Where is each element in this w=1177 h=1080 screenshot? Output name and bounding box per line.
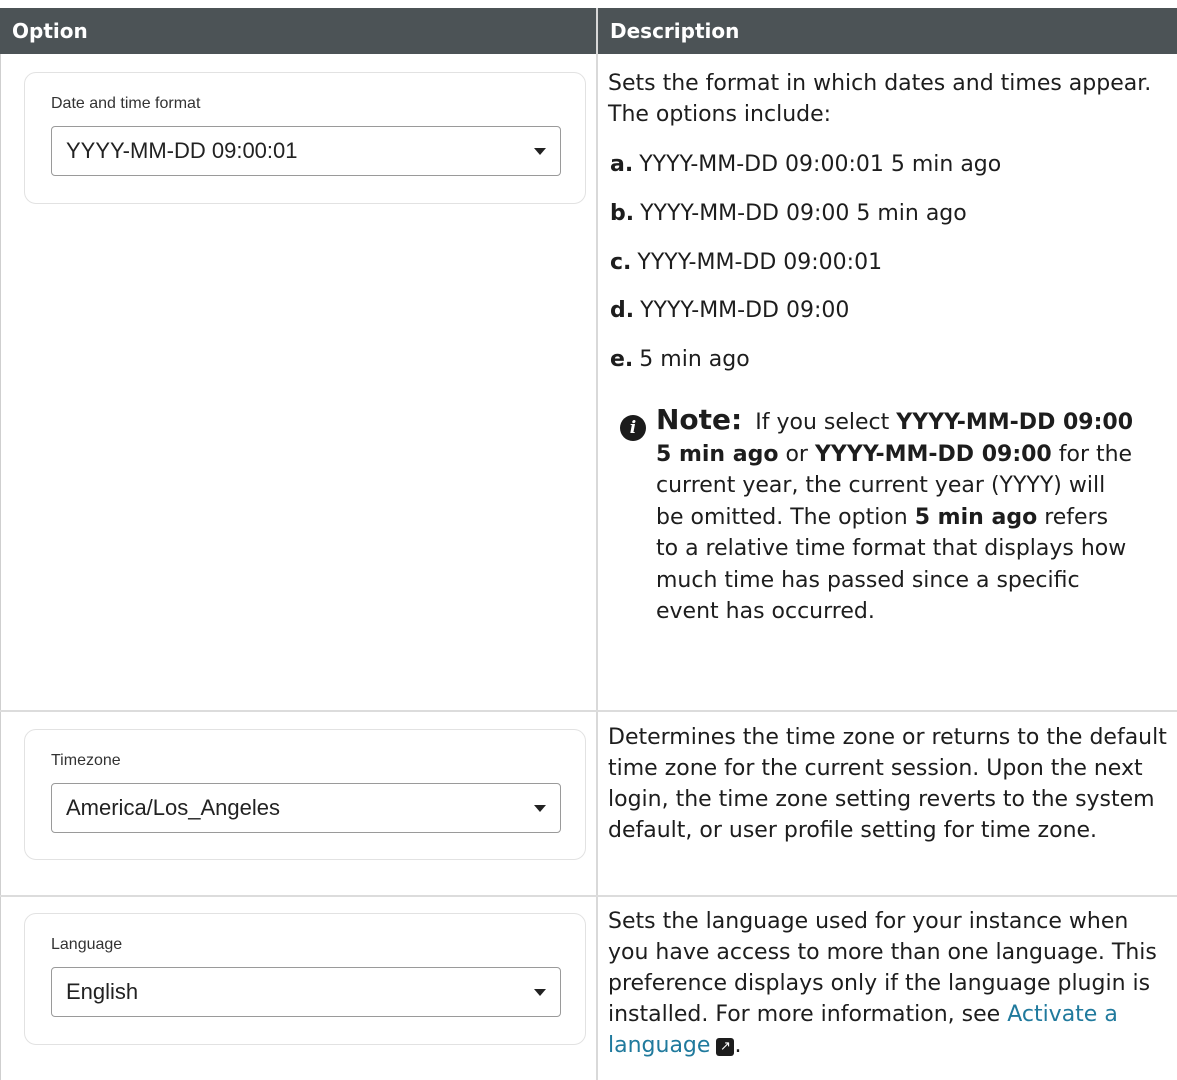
- language-description-end: .: [734, 1033, 742, 1058]
- note-text: Note: If you select YYYY-MM-DD 09:00 5 m…: [656, 404, 1136, 628]
- language-select[interactable]: English: [51, 967, 561, 1017]
- note-emphasis: 5 min ago: [914, 504, 1038, 530]
- date-time-format-value: YYYY-MM-DD 09:00:01: [66, 138, 298, 163]
- timezone-description: Determines the time zone or returns to t…: [608, 725, 1167, 843]
- list-item: b. YYYY-MM-DD 09:00 5 min ago: [610, 201, 967, 226]
- note-title: Note:: [656, 403, 743, 436]
- date-time-format-label: Date and time format: [51, 95, 201, 112]
- row-divider: [0, 895, 1177, 897]
- language-label: Language: [51, 936, 123, 953]
- list-item: c. YYYY-MM-DD 09:00:01: [610, 250, 883, 275]
- timezone-value: America/Los_Angeles: [66, 795, 281, 820]
- date-time-format-card: Date and time format YYYY-MM-DD 09:00:01: [24, 72, 586, 204]
- note-fragment: If you select: [755, 410, 890, 435]
- note-fragment: or: [785, 441, 808, 467]
- note-emphasis: YYYY-MM-DD 09:00: [814, 441, 1052, 467]
- date-time-format-select[interactable]: YYYY-MM-DD 09:00:01: [51, 126, 561, 176]
- external-link-icon[interactable]: ↗: [716, 1038, 735, 1056]
- table-left-border: [0, 54, 1, 1080]
- timezone-select[interactable]: America/Los_Angeles: [51, 783, 561, 833]
- chevron-down-icon: [534, 805, 546, 812]
- header-description: Description: [598, 8, 1177, 54]
- info-icon: i: [620, 415, 646, 441]
- list-item: e. 5 min ago: [610, 347, 750, 372]
- row-divider: [0, 710, 1177, 712]
- chevron-down-icon: [534, 148, 546, 155]
- language-card: Language English: [24, 913, 586, 1045]
- preferences-table: Option Description Date and time format …: [0, 0, 1177, 1080]
- list-item: a. YYYY-MM-DD 09:00:01 5 min ago: [610, 152, 1002, 177]
- timezone-label: Timezone: [51, 752, 121, 769]
- date-time-format-description: Sets the format in which dates and times…: [608, 71, 1152, 127]
- list-item: d. YYYY-MM-DD 09:00: [610, 298, 850, 323]
- language-description: Sets the language used for your instance…: [608, 906, 1168, 1061]
- language-value: English: [66, 979, 139, 1004]
- column-divider: [596, 54, 598, 710]
- chevron-down-icon: [534, 989, 546, 996]
- header-option: Option: [0, 8, 596, 54]
- timezone-card: Timezone America/Los_Angeles: [24, 729, 586, 860]
